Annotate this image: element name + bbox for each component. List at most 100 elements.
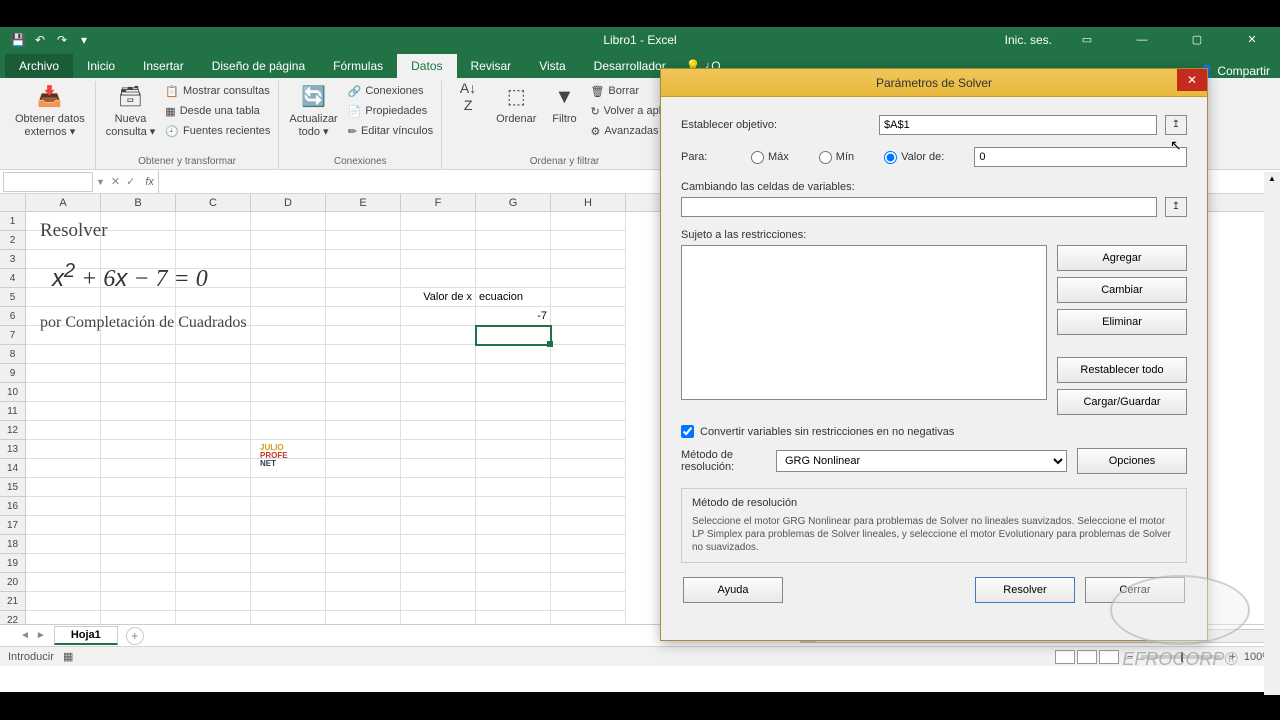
cell[interactable] [476, 592, 551, 611]
row-header[interactable]: 14 [0, 459, 26, 478]
cell[interactable] [176, 440, 251, 459]
row-header[interactable]: 17 [0, 516, 26, 535]
cell[interactable] [176, 212, 251, 231]
cell[interactable] [551, 478, 626, 497]
cell[interactable] [101, 497, 176, 516]
valor-input[interactable] [974, 147, 1187, 167]
row-header[interactable]: 20 [0, 573, 26, 592]
cell[interactable] [476, 364, 551, 383]
cell[interactable] [476, 345, 551, 364]
cell[interactable] [326, 535, 401, 554]
cell[interactable] [401, 592, 476, 611]
cell[interactable] [401, 573, 476, 592]
cell[interactable] [326, 573, 401, 592]
tab-home[interactable]: Inicio [73, 54, 129, 78]
row-header[interactable]: 21 [0, 592, 26, 611]
cell[interactable] [326, 611, 401, 624]
cell[interactable] [326, 554, 401, 573]
radio-valor[interactable]: Valor de: [884, 151, 944, 164]
cell[interactable] [176, 497, 251, 516]
options-button[interactable]: Opciones [1077, 448, 1187, 474]
cell[interactable] [476, 611, 551, 624]
cell[interactable] [26, 402, 101, 421]
cell[interactable] [401, 516, 476, 535]
cell[interactable] [326, 497, 401, 516]
sort-az-button[interactable]: A↓Z [448, 81, 488, 113]
cell[interactable] [476, 212, 551, 231]
solver-close-button[interactable]: ✕ [1177, 69, 1207, 91]
cell[interactable] [101, 478, 176, 497]
tab-data[interactable]: Datos [397, 54, 456, 78]
cell[interactable] [401, 364, 476, 383]
tab-file[interactable]: Archivo [5, 54, 73, 78]
cell[interactable] [401, 345, 476, 364]
row-header[interactable]: 9 [0, 364, 26, 383]
cell[interactable] [326, 364, 401, 383]
cell[interactable] [401, 326, 476, 345]
cell[interactable] [251, 307, 326, 326]
delete-constraint-button[interactable]: Eliminar [1057, 309, 1187, 335]
cell[interactable] [326, 592, 401, 611]
add-sheet-button[interactable]: + [126, 627, 144, 645]
cell[interactable] [101, 402, 176, 421]
col-header[interactable]: C [176, 194, 251, 211]
cell[interactable] [26, 535, 101, 554]
vars-range-picker[interactable]: ↥ [1165, 197, 1187, 217]
cell[interactable] [401, 554, 476, 573]
tab-review[interactable]: Revisar [457, 54, 526, 78]
cell[interactable] [326, 478, 401, 497]
cell[interactable] [401, 421, 476, 440]
cell[interactable] [476, 554, 551, 573]
cell[interactable] [101, 516, 176, 535]
row-header[interactable]: 10 [0, 383, 26, 402]
cell[interactable]: -7 [476, 307, 551, 326]
cell[interactable] [326, 421, 401, 440]
signin-link[interactable]: Inic. ses. [1005, 33, 1052, 47]
cell[interactable] [251, 611, 326, 624]
cell[interactable] [401, 459, 476, 478]
cell[interactable] [401, 611, 476, 624]
zoom-slider[interactable] [1141, 655, 1221, 659]
cell[interactable] [551, 326, 626, 345]
cell[interactable] [251, 212, 326, 231]
row-header[interactable]: 15 [0, 478, 26, 497]
new-query-button[interactable]: 🗃Nueva consulta ▾ [102, 81, 160, 141]
view-page-button[interactable] [1077, 650, 1097, 664]
cell[interactable] [26, 592, 101, 611]
cell[interactable] [251, 345, 326, 364]
sheet-tab-hoja1[interactable]: Hoja1 [54, 626, 118, 645]
cell[interactable] [176, 402, 251, 421]
cell[interactable] [101, 383, 176, 402]
sort-button[interactable]: ⬚Ordenar [492, 81, 540, 128]
solver-titlebar[interactable]: Parámetros de Solver ✕ [661, 69, 1207, 97]
nonneg-checkbox[interactable] [681, 425, 694, 438]
cell[interactable] [101, 212, 176, 231]
minimize-icon[interactable]: — [1122, 29, 1162, 51]
tab-formulas[interactable]: Fórmulas [319, 54, 397, 78]
cell[interactable] [26, 345, 101, 364]
col-header[interactable]: A [26, 194, 101, 211]
close-window-icon[interactable]: ✕ [1232, 29, 1272, 51]
macro-record-icon[interactable]: ▦ [63, 651, 73, 663]
cell[interactable] [401, 307, 476, 326]
cell[interactable] [251, 402, 326, 421]
row-header[interactable]: 3 [0, 250, 26, 269]
cell[interactable] [176, 554, 251, 573]
add-constraint-button[interactable]: Agregar [1057, 245, 1187, 271]
cell[interactable] [551, 402, 626, 421]
cell[interactable] [251, 326, 326, 345]
recent-sources-button[interactable]: 🕘 Fuentes recientes [163, 121, 272, 141]
cell[interactable] [551, 592, 626, 611]
properties-button[interactable]: 📄 Propiedades [346, 101, 435, 121]
cell[interactable] [176, 421, 251, 440]
cell[interactable] [551, 231, 626, 250]
load-save-button[interactable]: Cargar/Guardar [1057, 389, 1187, 415]
cell[interactable] [551, 497, 626, 516]
cell[interactable] [476, 326, 551, 345]
cell[interactable] [326, 326, 401, 345]
cell[interactable] [401, 269, 476, 288]
cell[interactable] [26, 554, 101, 573]
cell[interactable] [551, 383, 626, 402]
tab-insert[interactable]: Insertar [129, 54, 198, 78]
connections-button[interactable]: 🔗 Conexiones [346, 81, 435, 101]
